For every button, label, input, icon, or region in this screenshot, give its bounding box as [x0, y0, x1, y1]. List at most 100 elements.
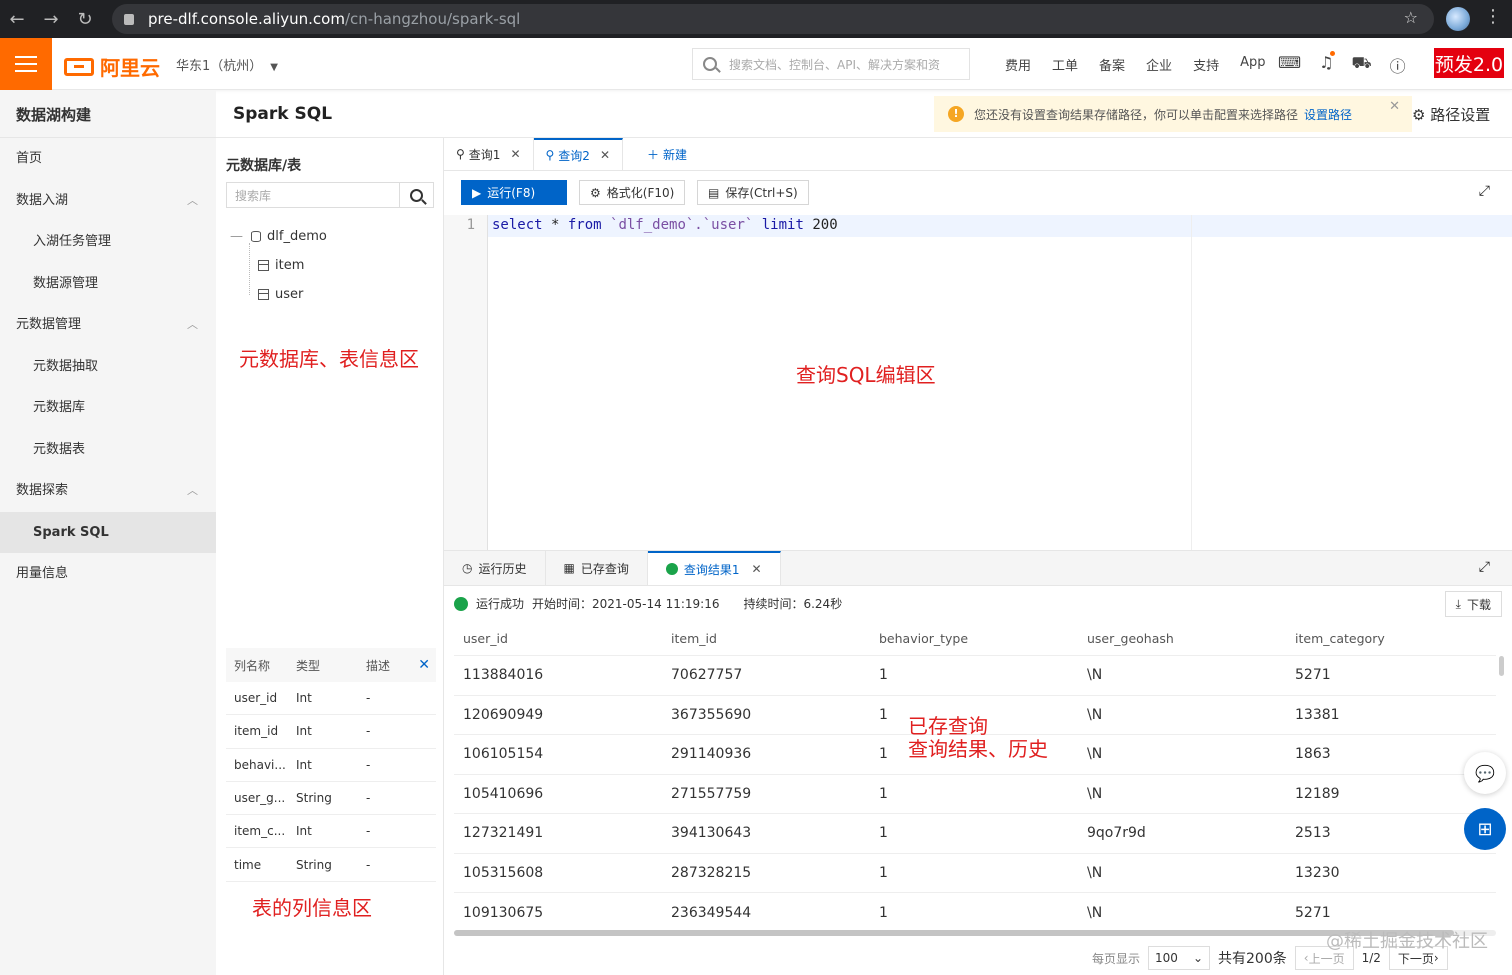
- sidebar-group-explore[interactable]: 数据探索 ︿: [0, 470, 216, 512]
- sidebar-item-metadata-extract[interactable]: 元数据抽取: [0, 346, 216, 388]
- close-icon[interactable]: ✕: [1389, 99, 1400, 114]
- top-link-fees[interactable]: 费用: [1005, 55, 1031, 74]
- feedback-chat-icon[interactable]: 💬: [1464, 752, 1506, 794]
- tab-saved-queries[interactable]: ▦ 已存查询: [546, 551, 648, 585]
- tab-query-result[interactable]: 查询结果1 ✕: [647, 551, 781, 585]
- database-icon: [251, 231, 261, 242]
- column-row: behavi... Int -: [226, 749, 436, 782]
- search-icon: [410, 188, 423, 202]
- help-icon[interactable]: ⓘ: [1390, 53, 1406, 77]
- close-icon[interactable]: ✕: [418, 657, 430, 673]
- region-selector[interactable]: 华东1（杭州） ▼: [176, 55, 278, 74]
- aliyun-logo[interactable]: 阿里云: [64, 52, 160, 81]
- profile-avatar[interactable]: [1446, 7, 1470, 31]
- back-icon[interactable]: ←: [0, 9, 34, 30]
- menu-icon[interactable]: [0, 38, 52, 90]
- column-desc: -: [366, 724, 371, 739]
- column-type: Int: [296, 691, 312, 706]
- apps-grid-icon[interactable]: ⊞: [1464, 808, 1506, 850]
- top-link-support[interactable]: 支持: [1193, 55, 1219, 74]
- table-icon: [258, 289, 269, 300]
- set-path-link[interactable]: 设置路径: [1304, 106, 1352, 123]
- columns-table: 列名称 类型 描述 ✕ user_id Int - item_id Int - beha…: [226, 648, 436, 882]
- sidebar-item-usage[interactable]: 用量信息: [0, 553, 216, 595]
- column-desc: -: [366, 857, 371, 872]
- page-header: Spark SQL ! 您还没有设置查询结果存储路径，你可以单击配置来选择路径 …: [216, 90, 1512, 138]
- top-icons: ⌨ ♫ ⛟ ⓘ: [1278, 51, 1406, 77]
- top-link-icp[interactable]: 备案: [1099, 55, 1125, 74]
- cell: 1: [879, 864, 888, 881]
- format-label: 格式化(F10): [606, 186, 675, 200]
- column-row: user_g... String -: [226, 782, 436, 816]
- bookmark-star-icon[interactable]: ☆: [1404, 8, 1418, 27]
- address-bar[interactable]: pre-dlf.console.aliyun.com/cn-hangzhou/s…: [112, 4, 1434, 34]
- sidebar-item-ingest-tasks[interactable]: 入湖任务管理: [0, 221, 216, 263]
- url-path: /cn-hangzhou/spark-sql: [344, 10, 521, 28]
- chevron-up-icon: ︿: [187, 193, 198, 207]
- format-button[interactable]: ⚙ 格式化(F10): [579, 180, 686, 205]
- result-header: user_id item_id behavior_type user_geoha…: [454, 622, 1496, 656]
- cart-icon[interactable]: ⛟: [1351, 53, 1371, 77]
- collapse-icon[interactable]: —: [230, 229, 243, 244]
- path-settings-label: 路径设置: [1430, 106, 1491, 124]
- sidebar-item-metadata-table[interactable]: 元数据表: [0, 429, 216, 471]
- columns-header: 列名称 类型 描述 ✕: [226, 648, 436, 682]
- sidebar-item-spark-sql[interactable]: Spark SQL: [0, 511, 216, 553]
- tab-label: 查询1: [468, 147, 501, 162]
- path-settings-button[interactable]: ⚙ 路径设置: [1412, 104, 1490, 125]
- status-text: 运行成功: [476, 597, 525, 611]
- sidebar-item-datasources[interactable]: 数据源管理: [0, 263, 216, 305]
- sql-identifier: `dlf_demo`.`user`: [601, 217, 762, 233]
- cell: \N: [1087, 746, 1103, 763]
- sidebar-item-home[interactable]: 首页: [0, 138, 216, 180]
- col-header: item_category: [1295, 631, 1385, 646]
- fullscreen-icon[interactable]: ⤢: [1479, 559, 1490, 575]
- run-button[interactable]: ▶ 运行(F8): [461, 180, 567, 205]
- page-size-select[interactable]: 100 ⌄: [1148, 946, 1211, 970]
- forward-icon[interactable]: →: [34, 9, 68, 30]
- run-label: 运行(F8): [487, 186, 536, 200]
- vertical-scrollbar[interactable]: [1499, 656, 1504, 676]
- tree-node-table[interactable]: user: [230, 280, 327, 309]
- db-search-input[interactable]: 搜索库: [226, 182, 434, 208]
- column-name: user_id: [234, 691, 278, 706]
- top-link-enterprise[interactable]: 企业: [1146, 55, 1172, 74]
- cell: 113884016: [463, 667, 544, 684]
- new-query-button[interactable]: ＋ 新建: [623, 138, 699, 170]
- tree-node-table[interactable]: item: [230, 251, 327, 280]
- tree-node-db[interactable]: — dlf_demo: [230, 222, 327, 251]
- top-link-tickets[interactable]: 工单: [1052, 55, 1078, 74]
- global-search-input[interactable]: 搜索文档、控制台、API、解决方案和资: [692, 48, 970, 80]
- save-button[interactable]: ▤ 保存(Ctrl+S): [697, 180, 809, 205]
- tab-query2[interactable]: ⚲ 查询2 ✕: [533, 138, 623, 170]
- top-link-app[interactable]: App: [1240, 55, 1265, 74]
- cell: 13381: [1295, 706, 1340, 723]
- close-icon[interactable]: ✕: [510, 147, 520, 161]
- tab-query1[interactable]: ⚲ 查询1 ✕: [444, 138, 534, 170]
- close-icon[interactable]: ✕: [752, 562, 762, 576]
- browser-menu-icon[interactable]: ⋮: [1484, 6, 1502, 27]
- fullscreen-icon[interactable]: ⤢: [1479, 183, 1490, 199]
- reload-icon[interactable]: ↻: [68, 9, 102, 30]
- col-header-type: 类型: [296, 658, 321, 673]
- sidebar-group-ingest[interactable]: 数据入湖 ︿: [0, 180, 216, 222]
- code-editor[interactable]: 1 select * from `dlf_demo`.`user` limit …: [444, 215, 1512, 550]
- sidebar-group-metadata[interactable]: 元数据管理 ︿: [0, 304, 216, 346]
- sql-text[interactable]: select * from `dlf_demo`.`user` limit 20…: [492, 217, 838, 233]
- sidebar-item-metadata-db[interactable]: 元数据库: [0, 387, 216, 429]
- download-button[interactable]: ⤓ 下载: [1444, 591, 1502, 617]
- terminal-icon[interactable]: ⌨: [1278, 53, 1301, 77]
- cell: 5271: [1295, 667, 1331, 684]
- cell: \N: [1087, 785, 1103, 802]
- cell: 1: [879, 825, 888, 842]
- global-search-placeholder: 搜索文档、控制台、API、解决方案和资: [729, 57, 940, 72]
- column-name: user_g...: [234, 791, 286, 806]
- cell: 105315608: [463, 864, 544, 881]
- bell-icon[interactable]: ♫: [1319, 51, 1336, 77]
- tab-run-history[interactable]: ◷ 运行历史: [444, 551, 546, 585]
- duration: 持续时间：6.24秒: [743, 597, 843, 611]
- cell: 291140936: [671, 746, 752, 763]
- db-search-button[interactable]: [399, 183, 433, 207]
- close-icon[interactable]: ✕: [600, 148, 610, 162]
- scroll-thumb[interactable]: [454, 930, 1454, 936]
